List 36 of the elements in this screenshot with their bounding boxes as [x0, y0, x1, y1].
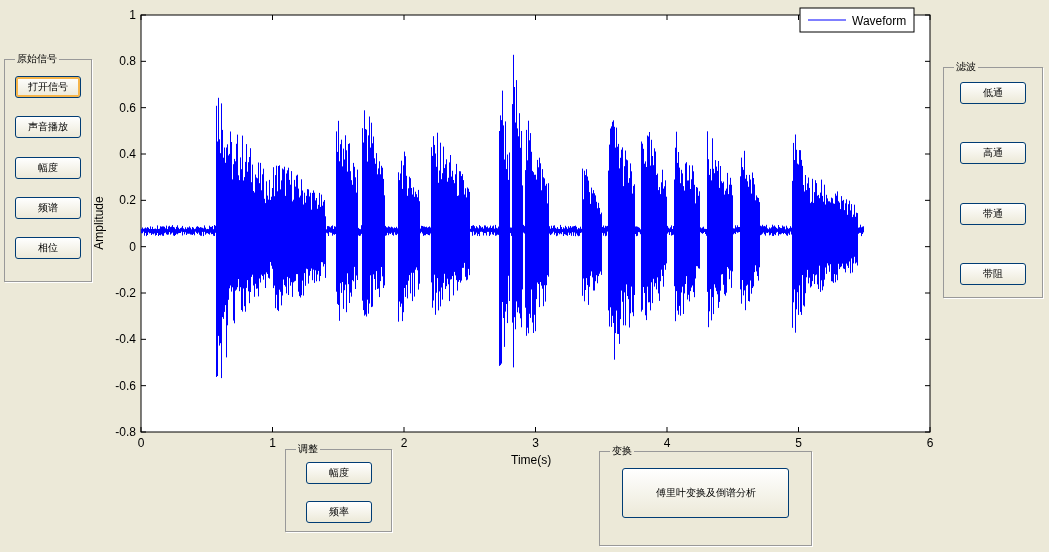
x-tick-label: 6: [926, 436, 934, 449]
panel-button[interactable]: 高通: [960, 142, 1026, 165]
panel-button[interactable]: 带阻: [960, 263, 1026, 285]
x-tick-label: 3: [532, 436, 539, 449]
panel-title: 滤波: [955, 60, 977, 74]
panel-button[interactable]: 傅里叶变换及倒谱分析: [622, 468, 789, 518]
panel-button[interactable]: 频率: [305, 501, 372, 523]
panel-button[interactable]: 带通: [960, 202, 1026, 225]
x-tick-label: 5: [795, 436, 802, 449]
x-tick-label: 2: [400, 436, 408, 449]
x-tick-label: 1: [269, 436, 276, 449]
panel-title: 调整: [297, 442, 319, 456]
panel-button[interactable]: 频谱: [15, 196, 81, 219]
panel-button[interactable]: 低通: [960, 82, 1026, 104]
y-tick-label: 0.8: [119, 54, 136, 69]
panel-button[interactable]: 声音播放: [15, 116, 81, 139]
y-tick-label: -0.4: [115, 332, 136, 347]
panel-title: 原始信号: [16, 52, 58, 66]
legend-label: Waveform: [852, 14, 907, 28]
y-tick-label: 0.6: [119, 100, 136, 115]
panel-button[interactable]: 相位: [15, 237, 81, 259]
y-tick-label: 1: [129, 8, 136, 22]
y-tick-label: -0.2: [115, 286, 136, 300]
x-axis-label: Time(s): [511, 453, 552, 467]
panel-button[interactable]: 幅度: [15, 156, 81, 179]
y-tick-label: 0: [129, 239, 136, 254]
y-axis-label: Amplitude: [92, 196, 106, 250]
panel-button[interactable]: 打开信号: [15, 76, 81, 98]
y-tick-label: -0.6: [115, 378, 136, 393]
panel-title: 变换: [611, 444, 633, 458]
y-tick-label: 0.2: [119, 193, 136, 208]
panel-button[interactable]: 幅度: [305, 462, 372, 484]
y-tick-label: -0.8: [115, 425, 136, 439]
x-tick-label: 0: [137, 436, 145, 449]
y-tick-label: 0.4: [119, 147, 136, 161]
x-tick-label: 4: [663, 436, 671, 449]
